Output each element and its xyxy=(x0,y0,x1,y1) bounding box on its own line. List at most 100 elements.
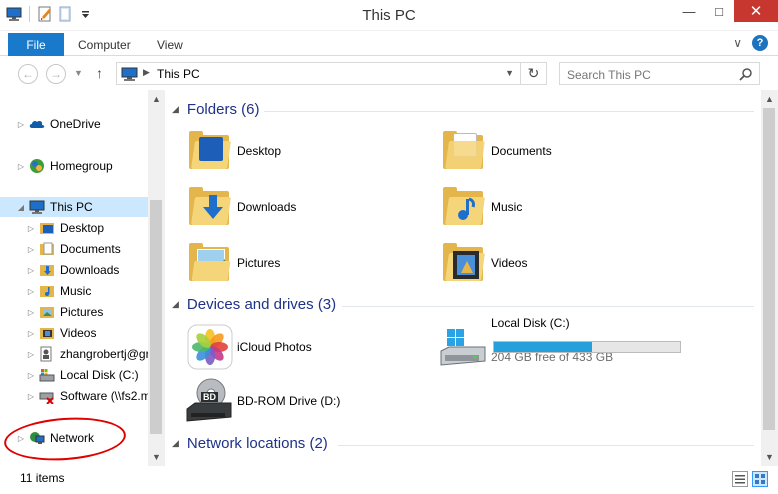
group-header-folders[interactable]: ◢ Folders (6) xyxy=(172,101,259,118)
expand-arrow-icon[interactable]: ▷ xyxy=(26,371,36,380)
folder-tile-documents[interactable]: Documents xyxy=(439,127,552,175)
nav-item-documents[interactable]: ▷ Documents xyxy=(0,239,148,259)
folder-tile-pictures[interactable]: Pictures xyxy=(185,239,280,287)
details-view-icon[interactable] xyxy=(732,471,748,487)
local-disk-icon xyxy=(439,323,487,371)
nav-item-onedrive[interactable]: ▷ OneDrive xyxy=(0,114,148,134)
collapse-chevron-icon[interactable]: ◢ xyxy=(172,104,179,115)
address-bar[interactable]: ▶ This PC ▼ xyxy=(116,62,521,85)
close-button[interactable]: ✕ xyxy=(734,0,778,22)
window-controls: — □ ✕ xyxy=(674,0,778,22)
minimize-button[interactable]: — xyxy=(674,0,704,22)
maximize-button[interactable]: □ xyxy=(704,0,734,22)
refresh-icon: ↻ xyxy=(527,65,540,81)
search-input[interactable]: Search This PC xyxy=(559,62,760,85)
nav-scrollbar[interactable]: ▲ ▼ xyxy=(148,90,165,466)
back-button[interactable]: ← xyxy=(18,64,38,84)
title-bar: This PC — □ ✕ xyxy=(0,0,778,31)
group-divider xyxy=(342,306,754,307)
videos-folder-icon xyxy=(439,239,487,287)
maximize-icon: □ xyxy=(715,3,723,19)
expand-arrow-icon[interactable]: ▷ xyxy=(26,392,36,401)
expand-arrow-icon[interactable]: ▷ xyxy=(26,266,36,275)
expand-ribbon-icon[interactable]: ∨ xyxy=(733,36,742,50)
videos-folder-icon xyxy=(39,325,55,341)
onedrive-icon xyxy=(29,116,45,132)
documents-folder-icon xyxy=(39,241,55,257)
collapse-arrow-icon[interactable]: ◢ xyxy=(16,203,26,212)
up-button[interactable]: ↑ xyxy=(96,65,103,81)
nav-item-icloud-user[interactable]: ▷ zhangrobertj@gr xyxy=(0,344,148,364)
pictures-folder-icon xyxy=(185,239,233,287)
nav-scrollbar-thumb[interactable] xyxy=(150,200,162,434)
search-placeholder: Search This PC xyxy=(567,68,651,82)
device-tile-bd-rom[interactable]: BD BD-ROM Drive (D:) xyxy=(185,377,340,425)
expand-arrow-icon[interactable]: ▷ xyxy=(16,162,26,171)
nav-item-homegroup[interactable]: ▷ Homegroup xyxy=(0,156,148,176)
folder-tile-downloads[interactable]: Downloads xyxy=(185,183,296,231)
scroll-up-icon[interactable]: ▲ xyxy=(761,94,778,104)
expand-arrow-icon[interactable]: ▷ xyxy=(26,245,36,254)
local-disk-label: Local Disk (C:) xyxy=(491,316,570,330)
group-header-devices[interactable]: ◢ Devices and drives (3) xyxy=(172,296,336,313)
content-pane: ◢ Folders (6) Desktop Documents Download… xyxy=(166,90,778,466)
tab-file[interactable]: File xyxy=(8,33,64,56)
expand-arrow-icon[interactable]: ▷ xyxy=(26,308,36,317)
network-drive-disconnected-icon xyxy=(39,388,55,405)
breadcrumb[interactable]: This PC xyxy=(157,67,200,81)
tiles-view-icon[interactable] xyxy=(752,471,768,487)
item-count: 11 items xyxy=(20,471,65,485)
expand-arrow-icon[interactable]: ▷ xyxy=(16,120,26,129)
forward-arrow-icon: → xyxy=(50,67,62,81)
nav-item-videos[interactable]: ▷ Videos xyxy=(0,323,148,343)
scroll-down-icon[interactable]: ▼ xyxy=(761,452,778,462)
ribbon-tabs: File Computer View ∨ ? xyxy=(0,31,778,56)
folder-tile-desktop[interactable]: Desktop xyxy=(185,127,281,175)
desktop-folder-icon xyxy=(39,220,55,236)
disk-usage-bar xyxy=(493,341,681,353)
expand-arrow-icon[interactable]: ▷ xyxy=(26,329,36,338)
nav-item-pictures[interactable]: ▷ Pictures xyxy=(0,302,148,322)
folder-tile-music[interactable]: Music xyxy=(439,183,522,231)
tab-computer[interactable]: Computer xyxy=(78,38,131,52)
collapse-chevron-icon[interactable]: ◢ xyxy=(172,438,179,449)
view-switcher xyxy=(732,471,768,487)
expand-arrow-icon[interactable]: ▷ xyxy=(26,350,36,359)
collapse-chevron-icon[interactable]: ◢ xyxy=(172,299,179,310)
scroll-up-icon[interactable]: ▲ xyxy=(148,94,165,104)
expand-arrow-icon[interactable]: ▷ xyxy=(26,224,36,233)
content-scrollbar[interactable]: ▲ ▼ xyxy=(761,90,778,466)
downloads-folder-icon xyxy=(185,183,233,231)
help-icon[interactable]: ? xyxy=(752,35,768,51)
content-scrollbar-thumb[interactable] xyxy=(763,108,775,430)
nav-item-music[interactable]: ▷ Music xyxy=(0,281,148,301)
folder-tile-videos[interactable]: Videos xyxy=(439,239,527,287)
scroll-down-icon[interactable]: ▼ xyxy=(148,452,165,462)
group-header-network[interactable]: ◢ Network locations (2) xyxy=(172,435,328,452)
documents-folder-icon xyxy=(439,127,487,175)
nav-item-local-disk[interactable]: ▷ Local Disk (C:) xyxy=(0,365,148,385)
nav-item-software-network-drive[interactable]: ▷ Software (\\fs2.m xyxy=(0,386,148,406)
nav-item-downloads[interactable]: ▷ Downloads xyxy=(0,260,148,280)
address-dropdown-icon[interactable]: ▼ xyxy=(505,68,514,78)
nav-item-this-pc[interactable]: ◢ This PC xyxy=(0,197,148,217)
bd-badge: BD xyxy=(201,392,218,402)
search-icon[interactable] xyxy=(739,67,753,81)
bd-rom-icon: BD xyxy=(185,377,233,425)
nav-item-desktop[interactable]: ▷ Desktop xyxy=(0,218,148,238)
pictures-folder-icon xyxy=(39,304,55,320)
tab-view[interactable]: View xyxy=(157,38,183,52)
recent-locations-dropdown[interactable]: ▼ xyxy=(74,68,83,78)
computer-icon xyxy=(121,67,139,84)
breadcrumb-chevron-icon[interactable]: ▶ xyxy=(143,67,150,78)
refresh-button[interactable]: ↻ xyxy=(521,62,547,85)
back-arrow-icon: ← xyxy=(22,67,34,81)
device-tile-icloud-photos[interactable]: iCloud Photos xyxy=(185,323,312,371)
up-arrow-icon: ↑ xyxy=(96,65,103,81)
group-divider xyxy=(264,111,754,112)
expand-arrow-icon[interactable]: ▷ xyxy=(26,287,36,296)
forward-button[interactable]: → xyxy=(46,64,66,84)
address-bar-row: ← → ▼ ↑ ▶ This PC ▼ ↻ Search This PC xyxy=(0,56,778,90)
music-folder-icon xyxy=(39,283,55,299)
icloud-user-icon xyxy=(39,346,55,362)
